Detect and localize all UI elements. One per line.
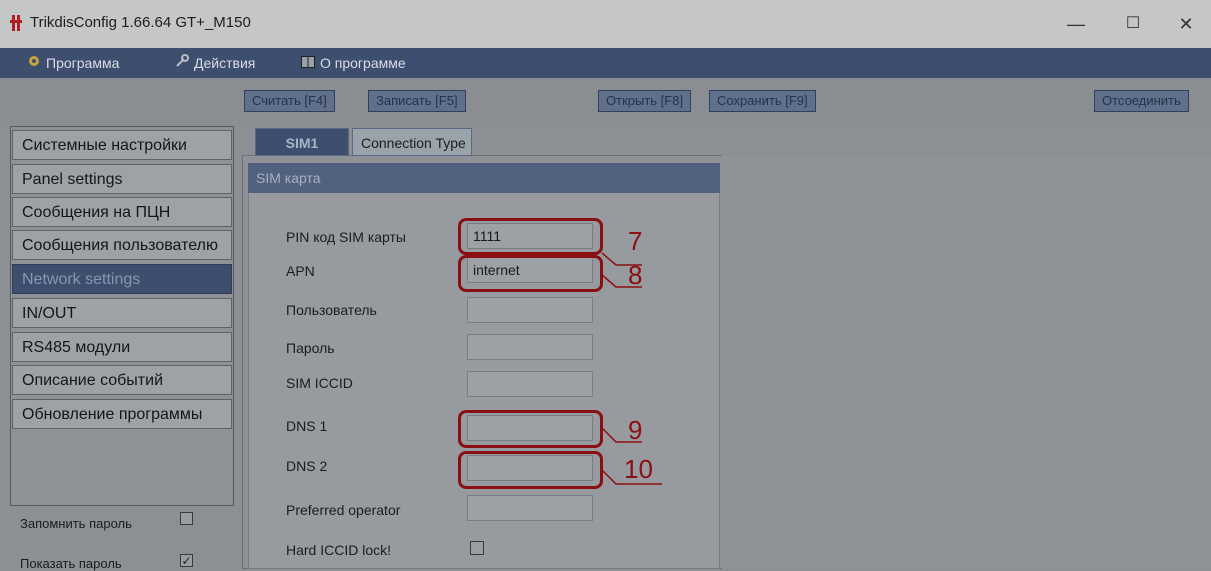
sidebar-item-in-out[interactable]: IN/OUT: [12, 298, 232, 328]
tab-connection-type[interactable]: Connection Type: [352, 128, 472, 156]
wrench-icon: [174, 48, 190, 78]
close-button[interactable]: ✕: [1163, 6, 1209, 42]
menu-actions-label: Действия: [194, 55, 256, 71]
open-button[interactable]: Открыть [F8]: [598, 90, 692, 112]
highlight-box-dns1: [458, 410, 603, 448]
gear-icon: [26, 48, 42, 78]
sidebar-item-rs485[interactable]: RS485 модули: [12, 332, 232, 362]
read-button[interactable]: Считать [F4]: [244, 90, 335, 112]
sim-iccid-input[interactable]: [467, 371, 593, 397]
menu-about[interactable]: О программе: [300, 48, 406, 78]
disconnect-button[interactable]: Отсоединить: [1094, 90, 1189, 112]
remember-password-checkbox[interactable]: [180, 512, 193, 525]
sidebar-item-panel-settings[interactable]: Panel settings: [12, 164, 232, 194]
sidebar-item-firmware-update[interactable]: Обновление программы: [12, 399, 232, 429]
tab-sim1[interactable]: SIM1: [255, 128, 349, 156]
annotation-label-8: 8: [628, 260, 643, 290]
sim-card-group-title: SIM карта: [248, 163, 720, 193]
apn-label: APN: [286, 263, 315, 279]
annotation-leader-lines: [601, 252, 662, 485]
book-icon: [300, 48, 316, 78]
preferred-operator-input[interactable]: [467, 495, 593, 521]
annotation-label-7: 7: [628, 226, 643, 256]
hard-iccid-lock-label: Hard ICCID lock!: [286, 542, 392, 558]
sidebar-item-cms-messages[interactable]: Сообщения на ПЦН: [12, 197, 232, 227]
minimize-button[interactable]: —: [1053, 6, 1099, 42]
dns2-label: DNS 2: [286, 458, 328, 474]
password-label: Пароль: [286, 340, 335, 356]
maximize-button[interactable]: ☐: [1110, 6, 1156, 42]
menu-about-label: О программе: [320, 55, 406, 71]
password-input[interactable]: [467, 334, 593, 360]
menu-program-label: Программа: [46, 55, 120, 71]
write-button[interactable]: Записать [F5]: [368, 90, 466, 112]
sidebar-item-user-messages[interactable]: Сообщения пользователю: [12, 230, 232, 260]
sidebar-item-event-description[interactable]: Описание событий: [12, 365, 232, 395]
menu-program[interactable]: Программа: [26, 48, 119, 78]
show-password-checkbox[interactable]: ✓: [180, 554, 193, 567]
dns1-label: DNS 1: [286, 418, 328, 434]
menu-actions[interactable]: Действия: [174, 48, 255, 78]
sim-iccid-label: SIM ICCID: [286, 375, 353, 391]
annotation-label-10: 10: [624, 454, 653, 484]
annotation-label-9: 9: [628, 415, 643, 445]
highlight-box-pin: [458, 218, 603, 255]
hard-iccid-lock-checkbox[interactable]: [470, 541, 484, 555]
preferred-operator-label: Preferred operator: [286, 502, 401, 518]
save-button[interactable]: Сохранить [F9]: [709, 90, 816, 112]
highlight-box-dns2: [458, 451, 603, 489]
user-input[interactable]: [467, 297, 593, 323]
pin-code-label: PIN код SIM карты: [286, 229, 406, 245]
sidebar-item-network-settings[interactable]: Network settings: [12, 264, 232, 294]
window-title: TrikdisConfig 1.66.64 GT+_M150: [30, 14, 251, 31]
empty-pane: [722, 155, 1211, 569]
user-label: Пользователь: [286, 302, 377, 318]
sidebar-item-system-settings[interactable]: Системные настройки: [12, 130, 232, 160]
highlight-box-apn: [458, 255, 603, 292]
remember-password-label: Запомнить пароль: [20, 516, 132, 531]
app-logo-icon: [10, 15, 22, 31]
